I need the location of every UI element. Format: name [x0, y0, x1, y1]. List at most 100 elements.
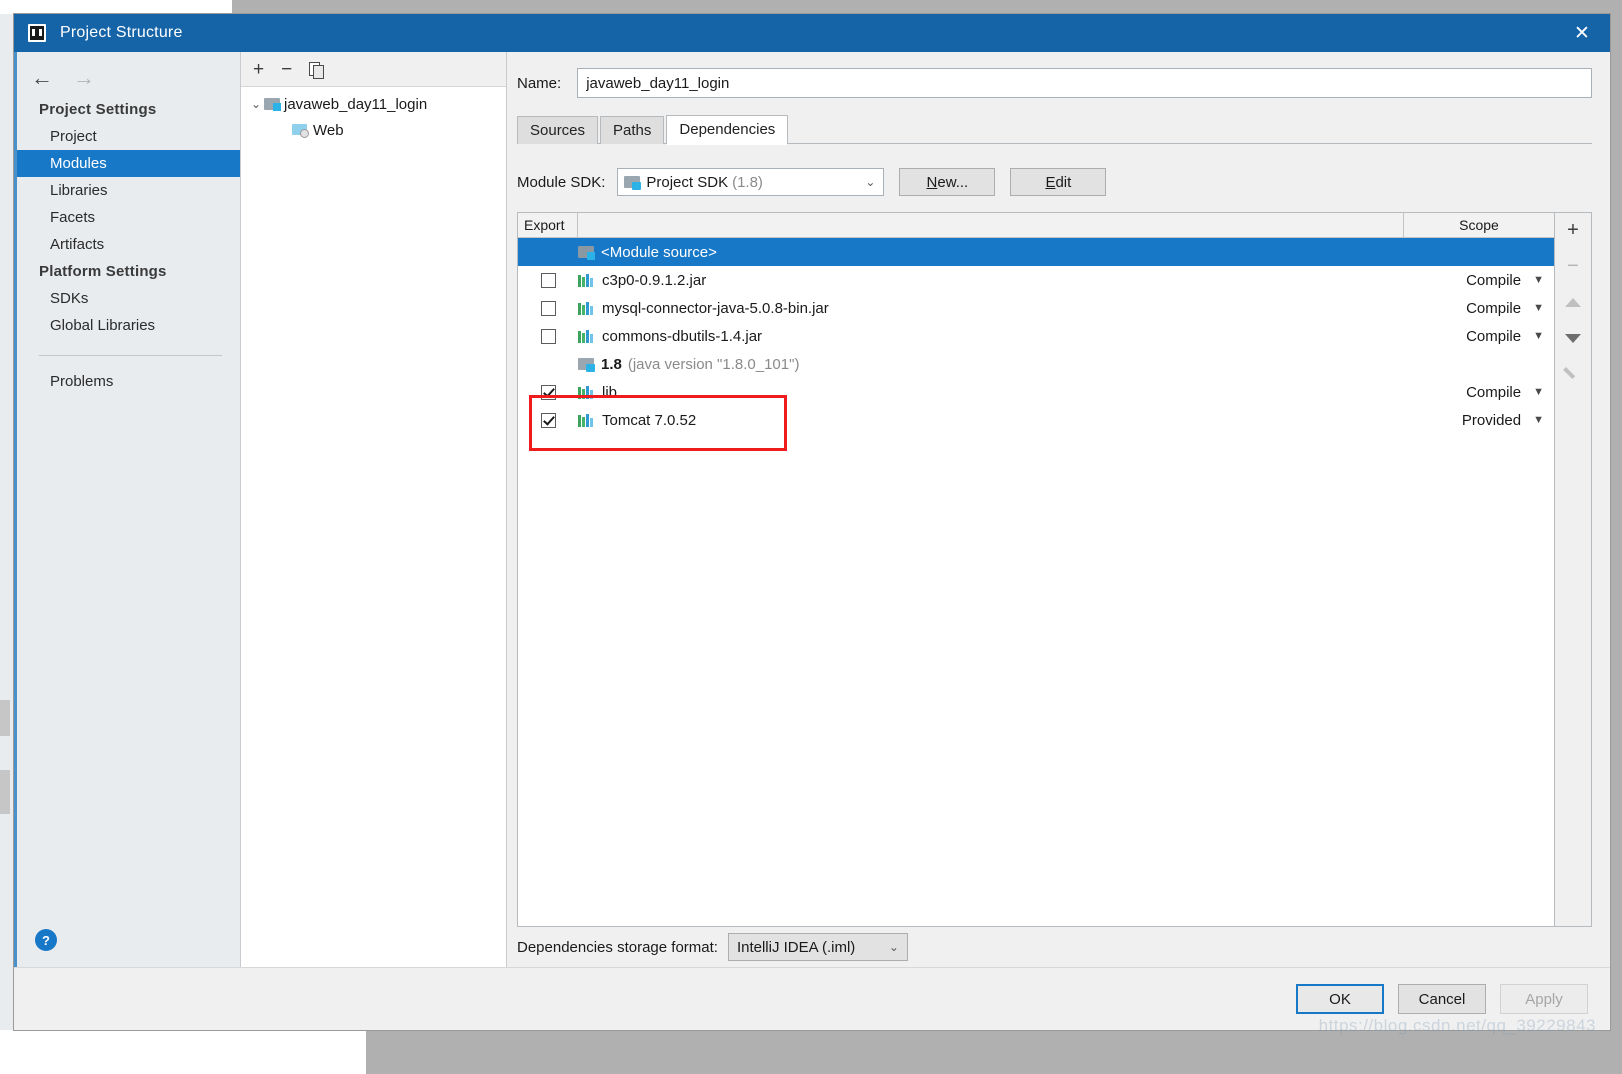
chevron-down-icon[interactable]: ▼: [1533, 302, 1544, 314]
sidebar-item-artifacts[interactable]: Artifacts: [17, 231, 240, 258]
table-row[interactable]: commons-dbutils-1.4.jar Compile ▼: [518, 322, 1554, 350]
export-cell: [518, 300, 578, 316]
tab-dependencies[interactable]: Dependencies: [666, 115, 789, 145]
sidebar-item-global-libraries[interactable]: Global Libraries: [17, 312, 240, 339]
sidebar-item-modules[interactable]: Modules: [17, 150, 240, 177]
module-name-label: Name:: [517, 74, 562, 92]
export-cell: [518, 412, 578, 428]
remove-dependency-button[interactable]: −: [1560, 255, 1586, 277]
chevron-down-icon[interactable]: ▼: [1533, 386, 1544, 398]
sdk-icon: [624, 175, 642, 190]
library-icon: [578, 273, 595, 287]
dependency-name-cell: <Module source>: [578, 244, 1404, 261]
table-row[interactable]: 1.8 (java version "1.8.0_101"): [518, 350, 1554, 378]
back-arrow-icon[interactable]: ←: [31, 67, 53, 89]
sidebar-group-project-settings: Project Settings: [39, 101, 157, 118]
sidebar-nav-arrows: ← →: [17, 60, 240, 96]
tab-paths[interactable]: Paths: [600, 116, 665, 144]
sidebar-item-sdks[interactable]: SDKs: [17, 285, 240, 312]
scope-cell[interactable]: Compile ▼: [1404, 384, 1554, 401]
add-dependency-button[interactable]: +: [1560, 219, 1586, 241]
background-left-column: [0, 14, 14, 1074]
remove-module-button[interactable]: −: [281, 60, 292, 79]
edit-sdk-button[interactable]: Edit: [1010, 168, 1107, 196]
library-icon: [578, 301, 595, 315]
dependency-name: <Module source>: [601, 243, 717, 261]
module-tabs: Sources Paths Dependencies: [517, 114, 1592, 145]
forward-arrow-icon[interactable]: →: [73, 67, 95, 89]
scope-cell[interactable]: Compile ▼: [1404, 328, 1554, 345]
dependency-name-cell: Tomcat 7.0.52: [578, 412, 1404, 429]
table-row[interactable]: c3p0-0.9.1.2.jar Compile ▼: [518, 266, 1554, 294]
sidebar-item-problems[interactable]: Problems: [17, 368, 240, 395]
column-header-scope: Scope: [1459, 217, 1499, 233]
library-icon: [578, 385, 595, 399]
sidebar-item-libraries[interactable]: Libraries: [17, 177, 240, 204]
module-name-row: Name:: [512, 64, 1592, 102]
tree-node-module[interactable]: ⌄ javaweb_day11_login: [241, 91, 506, 117]
sidebar-item-facets[interactable]: Facets: [17, 204, 240, 231]
export-checkbox[interactable]: [540, 328, 556, 344]
scope-value: Compile: [1466, 271, 1522, 289]
dependency-name-cell: mysql-connector-java-5.0.8-bin.jar: [578, 300, 1404, 317]
export-checkbox[interactable]: [540, 300, 556, 316]
dialog-title: Project Structure: [60, 24, 183, 41]
jdk-icon: [578, 357, 595, 372]
dependency-name-cell: commons-dbutils-1.4.jar: [578, 328, 1404, 345]
ok-button[interactable]: OK: [1296, 984, 1384, 1014]
dialog-body: ← → Project Settings Project Modules Lib…: [14, 52, 1610, 967]
export-cell: [518, 328, 578, 344]
export-cell: [518, 384, 578, 400]
dependency-name: c3p0-0.9.1.2.jar: [602, 271, 707, 289]
sidebar-group-platform-settings: Platform Settings: [39, 263, 167, 280]
chevron-down-icon[interactable]: ▼: [1533, 330, 1544, 342]
library-icon: [578, 413, 595, 427]
background-window-bottom: [0, 1030, 366, 1074]
dependency-name-cell: lib: [578, 384, 1404, 401]
chevron-down-icon[interactable]: ▼: [1533, 414, 1544, 426]
chevron-down-icon[interactable]: ⌄: [889, 940, 903, 954]
storage-format-row: Dependencies storage format: IntelliJ ID…: [517, 927, 1592, 967]
chevron-down-icon[interactable]: ⌄: [248, 97, 264, 111]
close-icon[interactable]: ✕: [1554, 14, 1610, 52]
module-sdk-label: Module SDK:: [517, 173, 606, 191]
table-row[interactable]: lib Compile ▼: [518, 378, 1554, 406]
scope-cell[interactable]: Compile ▼: [1404, 300, 1554, 317]
chevron-down-icon[interactable]: ▼: [1533, 274, 1544, 286]
scope-cell[interactable]: Compile ▼: [1404, 272, 1554, 289]
chevron-down-icon[interactable]: ⌄: [865, 175, 879, 189]
table-row[interactable]: mysql-connector-java-5.0.8-bin.jar Compi…: [518, 294, 1554, 322]
scope-cell[interactable]: Provided ▼: [1404, 412, 1554, 429]
move-up-icon[interactable]: [1560, 291, 1586, 313]
export-checkbox[interactable]: [540, 412, 556, 428]
table-row[interactable]: <Module source>: [518, 238, 1554, 266]
background-scroll-artifact-1: [0, 700, 10, 736]
help-icon[interactable]: ?: [35, 929, 57, 951]
table-row[interactable]: Tomcat 7.0.52 Provided ▼: [518, 406, 1554, 434]
export-checkbox[interactable]: [540, 384, 556, 400]
module-name-input[interactable]: [577, 68, 1592, 98]
dialog-footer: OK Cancel Apply https://blog.csdn.net/qq…: [14, 967, 1610, 1035]
add-module-button[interactable]: +: [253, 60, 264, 79]
dependency-name: commons-dbutils-1.4.jar: [602, 327, 763, 345]
tree-node-label: javaweb_day11_login: [284, 95, 428, 113]
sidebar-item-project[interactable]: Project: [17, 123, 240, 150]
move-down-icon[interactable]: [1560, 327, 1586, 349]
module-tree-panel: + − ⌄ javaweb_day11_login Web: [241, 52, 507, 967]
tab-sources[interactable]: Sources: [517, 116, 599, 144]
module-sdk-row: Module SDK: Project SDK (1.8) ⌄ New... E…: [517, 166, 1592, 198]
cancel-button[interactable]: Cancel: [1398, 984, 1486, 1014]
dependencies-table: Export Scope <Module source> c3p0-0.9.1.…: [517, 212, 1555, 927]
new-sdk-button[interactable]: New...: [899, 168, 996, 196]
dependencies-table-body: <Module source> c3p0-0.9.1.2.jar Compile…: [518, 238, 1554, 926]
storage-format-select[interactable]: IntelliJ IDEA (.iml) ⌄: [727, 933, 908, 961]
edit-pencil-icon[interactable]: [1560, 363, 1586, 385]
module-sdk-select[interactable]: Project SDK (1.8) ⌄: [617, 168, 885, 196]
project-structure-dialog: Project Structure ✕ ← → Project Settings…: [14, 14, 1610, 1035]
export-checkbox[interactable]: [540, 272, 556, 288]
tree-node-web[interactable]: Web: [241, 117, 506, 143]
edit-sdk-label-rest: dit: [1055, 173, 1072, 191]
column-header-export: Export: [518, 213, 578, 237]
copy-module-icon[interactable]: [309, 61, 325, 79]
dependency-name-cell: 1.8 (java version "1.8.0_101"): [578, 356, 1404, 373]
